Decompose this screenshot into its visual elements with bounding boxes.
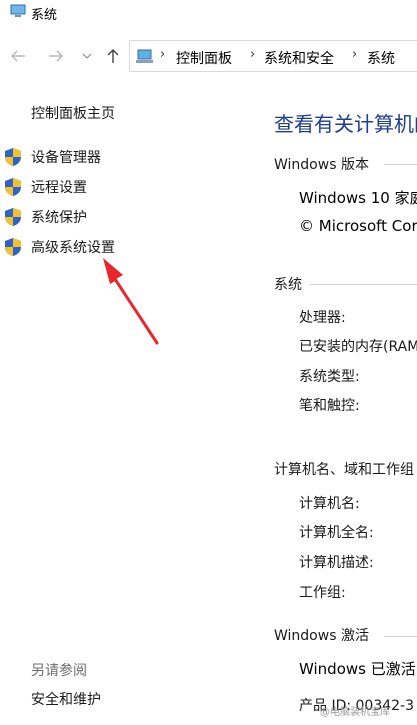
installed-ram-label: 已安装的内存(RAM xyxy=(299,339,417,355)
recent-locations-button[interactable] xyxy=(80,45,94,67)
workgroup-label: 工作组: xyxy=(299,585,346,601)
chevron-down-icon xyxy=(82,53,92,59)
windows-edition-heading: Windows 版本 xyxy=(274,157,369,173)
full-computer-name-label: 计算机全名: xyxy=(299,525,374,541)
copyright-text: © Microsoft Cor xyxy=(299,217,417,235)
breadcrumb-separator-icon: › xyxy=(250,47,256,62)
section-divider xyxy=(384,164,417,165)
page-title: 查看有关计算机的 xyxy=(274,112,417,136)
up-button[interactable] xyxy=(102,45,124,67)
sidebar-item-label: 远程设置 xyxy=(31,180,87,196)
sidebar-item-device-manager[interactable]: 设备管理器 xyxy=(3,146,153,168)
section-divider xyxy=(310,284,417,285)
back-arrow-icon xyxy=(11,50,25,62)
watermark: @电脑装机宝库 xyxy=(320,707,390,718)
uac-shield-icon xyxy=(5,208,21,226)
sidebar-item-remote-settings[interactable]: 远程设置 xyxy=(3,176,153,198)
title-bar: 系统 xyxy=(0,0,417,26)
breadcrumb-control-panel[interactable]: 控制面板 xyxy=(176,48,232,68)
uac-shield-icon xyxy=(5,238,21,256)
computer-description-label: 计算机描述: xyxy=(299,555,374,571)
back-button[interactable] xyxy=(8,45,28,67)
sidebar-item-label: 系统保护 xyxy=(31,210,87,226)
breadcrumb-system-security[interactable]: 系统和安全 xyxy=(264,48,334,68)
control-panel-home-link[interactable]: 控制面板主页 xyxy=(31,103,115,123)
address-bar[interactable]: › 控制面板 › 系统和安全 › 系统 xyxy=(129,40,417,72)
sidebar-item-system-protection[interactable]: 系统保护 xyxy=(3,206,153,228)
computer-name-heading: 计算机名、域和工作组 xyxy=(274,462,414,478)
breadcrumb-system[interactable]: 系统 xyxy=(367,48,395,68)
activation-status: Windows 已激活 xyxy=(299,660,416,678)
system-type-label: 系统类型: xyxy=(299,369,360,385)
computer-name-label: 计算机名: xyxy=(299,496,360,512)
sidebar-item-label: 高级系统设置 xyxy=(31,240,115,256)
windows-edition-value: Windows 10 家庭 xyxy=(299,189,417,207)
up-arrow-icon xyxy=(107,49,119,63)
processor-label: 处理器: xyxy=(299,310,346,326)
window-title: 系统 xyxy=(31,8,58,23)
breadcrumb-separator-icon: › xyxy=(160,47,166,62)
control-panel-icon xyxy=(136,49,153,63)
see-also-heading: 另请参阅 xyxy=(31,663,87,679)
section-divider xyxy=(384,636,417,637)
pen-touch-label: 笔和触控: xyxy=(299,398,360,414)
sidebar-item-advanced-system-settings[interactable]: 高级系统设置 xyxy=(3,236,153,258)
breadcrumb-separator-icon: › xyxy=(352,47,358,62)
sidebar-item-label: 设备管理器 xyxy=(31,150,101,166)
system-heading: 系统 xyxy=(274,277,302,293)
forward-arrow-icon xyxy=(49,50,63,62)
see-also-security-maintenance[interactable]: 安全和维护 xyxy=(31,689,101,709)
uac-shield-icon xyxy=(5,148,21,166)
uac-shield-icon xyxy=(5,178,21,196)
computer-icon xyxy=(10,4,26,17)
forward-button[interactable] xyxy=(46,45,66,67)
navigation-bar: › 控制面板 › 系统和安全 › 系统 xyxy=(0,36,417,76)
windows-activation-heading: Windows 激活 xyxy=(274,628,369,644)
